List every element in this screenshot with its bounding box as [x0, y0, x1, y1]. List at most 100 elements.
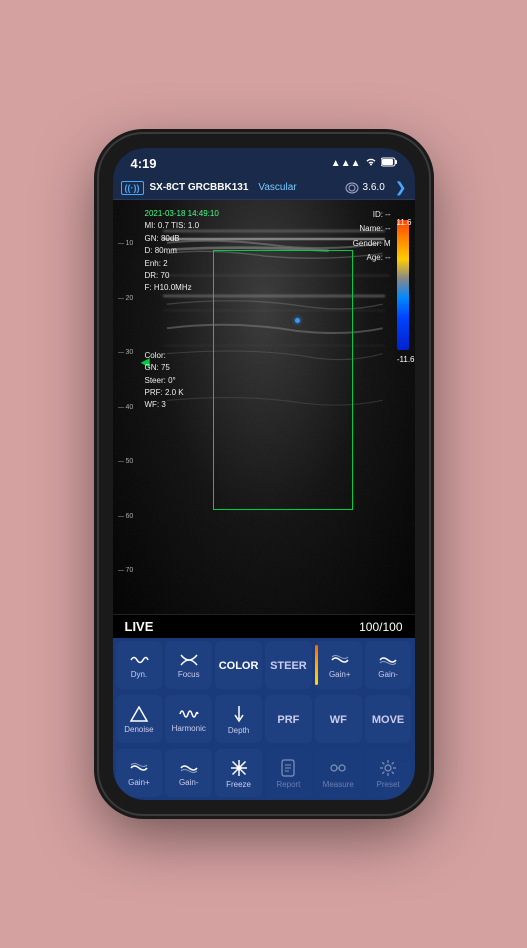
- scale-tick-30: 30: [118, 349, 138, 356]
- overlay-id: ID: --: [353, 208, 391, 222]
- phone-screen: 4:19 ▲▲▲ ((·)) SX-8CT GRCBBK131 Vascular: [113, 148, 415, 800]
- measure-button[interactable]: Measure: [315, 749, 362, 797]
- measure-label: Measure: [323, 781, 354, 790]
- overlay-gn: GN: 80dB: [145, 233, 219, 245]
- preset-label: Preset: [377, 781, 400, 790]
- gain-divider: [315, 645, 318, 685]
- dyn-label: Dyn.: [131, 671, 147, 680]
- color-bar: [397, 220, 409, 350]
- status-time: 4:19: [131, 156, 157, 171]
- scale-tick-40: 40: [118, 404, 138, 411]
- scale-tick-70: 70: [118, 567, 138, 574]
- button-grid-row3: Gain+ Gain-: [113, 746, 415, 800]
- harmonic-button[interactable]: Harmonic: [165, 695, 212, 743]
- overlay-prf: PRF: 2.0 K: [145, 387, 219, 399]
- gain-plus2-label: Gain+: [128, 779, 150, 788]
- color-bar-bottom: -11.6: [397, 355, 415, 364]
- color-label: COLOR: [219, 660, 259, 672]
- button-grid-row1: Dyn. Focus COLOR STEER: [113, 638, 415, 692]
- wf-label: WF: [330, 714, 347, 726]
- denoise-icon: [129, 706, 149, 724]
- overlay-d: D: 80mm: [145, 245, 219, 257]
- freeze-icon: [230, 759, 248, 779]
- prf-label: PRF: [277, 714, 299, 726]
- scale-tick-50: 50: [118, 458, 138, 465]
- status-bar: 4:19 ▲▲▲: [113, 148, 415, 176]
- doppler-dot: [295, 318, 300, 323]
- dyn-icon: [129, 653, 149, 669]
- depth-button[interactable]: Depth: [215, 695, 262, 743]
- overlay-tis: TIS: 1.0: [171, 221, 199, 230]
- header-mode: Vascular: [258, 182, 296, 193]
- focus-label: Focus: [178, 671, 200, 680]
- steer-label: STEER: [270, 660, 307, 672]
- overlay-age: Age: --: [353, 251, 391, 265]
- overlay-color: Color:: [145, 350, 219, 362]
- denoise-label: Denoise: [124, 726, 153, 735]
- dyn-button[interactable]: Dyn.: [116, 641, 163, 689]
- version-text: 3.6.0: [363, 182, 385, 193]
- report-button[interactable]: Report: [265, 749, 312, 797]
- report-label: Report: [276, 781, 300, 790]
- overlay-gender: Gender: M: [353, 237, 391, 251]
- gain-minus-label: Gain-: [378, 671, 398, 680]
- button-grid-row2: Denoise Harmonic Depth PRF: [113, 692, 415, 746]
- depth-scale: 10 20 30 40 50 60 70: [118, 240, 138, 574]
- report-icon: [280, 759, 296, 779]
- scale-tick-10: 10: [118, 240, 138, 247]
- overlay-datetime: 2021-03-18 14:49:10: [145, 209, 219, 218]
- scale-tick-60: 60: [118, 513, 138, 520]
- move-label: MOVE: [372, 714, 404, 726]
- overlay-left: 2021-03-18 14:49:10 MI: 0.7 TIS: 1.0 GN:…: [145, 208, 219, 412]
- gain-minus2-button[interactable]: Gain-: [165, 749, 212, 797]
- scan-area: 11.6 -11.6 10 20 30 40 50 60 70 ◀ 2021-0…: [113, 200, 415, 614]
- gain-plus2-icon: [129, 761, 149, 777]
- gain-plus2-button[interactable]: Gain+: [116, 749, 163, 797]
- gain-minus-icon: [378, 653, 398, 669]
- gain-plus-icon: [330, 653, 350, 669]
- overlay-dr: DR: 70: [145, 270, 219, 282]
- sound-icon: [345, 181, 359, 195]
- prf-button[interactable]: PRF: [265, 695, 312, 743]
- overlay-name: Name: --: [353, 222, 391, 236]
- live-badge: LIVE: [125, 619, 154, 634]
- overlay-f: F: H10.0MHz: [145, 282, 219, 294]
- back-button[interactable]: ❯: [395, 179, 407, 196]
- gain-plus-label: Gain+: [329, 671, 351, 680]
- denoise-button[interactable]: Denoise: [116, 695, 163, 743]
- header-version: 3.6.0 ❯: [345, 179, 407, 196]
- measure-icon: [329, 759, 347, 779]
- focus-button[interactable]: Focus: [165, 641, 212, 689]
- signal-icon: ▲▲▲: [331, 158, 361, 169]
- header-logo: ((·)): [121, 181, 144, 195]
- color-bar-top: 11.6: [397, 218, 412, 227]
- roi-box: [213, 250, 353, 510]
- harmonic-icon: [179, 707, 199, 723]
- freeze-button[interactable]: Freeze: [215, 749, 262, 797]
- frame-count: 100/100: [359, 620, 402, 634]
- gain-minus-button[interactable]: Gain-: [365, 641, 412, 689]
- phone-shell: 4:19 ▲▲▲ ((·)) SX-8CT GRCBBK131 Vascular: [99, 134, 429, 814]
- status-icons: ▲▲▲: [331, 157, 397, 170]
- overlay-mi: MI: 0.7: [145, 221, 169, 230]
- app-header: ((·)) SX-8CT GRCBBK131 Vascular 3.6.0 ❯: [113, 176, 415, 200]
- preset-button[interactable]: Preset: [365, 749, 412, 797]
- color-button[interactable]: COLOR: [215, 641, 262, 689]
- wf-button[interactable]: WF: [315, 695, 362, 743]
- battery-icon: [381, 157, 397, 170]
- depth-icon: [231, 705, 247, 725]
- overlay-wf: WF: 3: [145, 399, 219, 411]
- gain-minus2-icon: [179, 761, 199, 777]
- overlay-right: ID: -- Name: -- Gender: M Age: --: [353, 208, 391, 266]
- gain-plus-button[interactable]: Gain+: [315, 641, 362, 689]
- overlay-enh: Enh: 2: [145, 258, 219, 270]
- steer-button[interactable]: STEER: [265, 641, 312, 689]
- preset-icon: [379, 759, 397, 779]
- scale-tick-20: 20: [118, 295, 138, 302]
- status-bottom: LIVE 100/100: [113, 614, 415, 638]
- overlay-color-gn: GN: 75: [145, 362, 219, 374]
- wifi-icon: [365, 157, 377, 170]
- move-button[interactable]: MOVE: [365, 695, 412, 743]
- freeze-label: Freeze: [226, 781, 251, 790]
- focus-icon: [179, 653, 199, 669]
